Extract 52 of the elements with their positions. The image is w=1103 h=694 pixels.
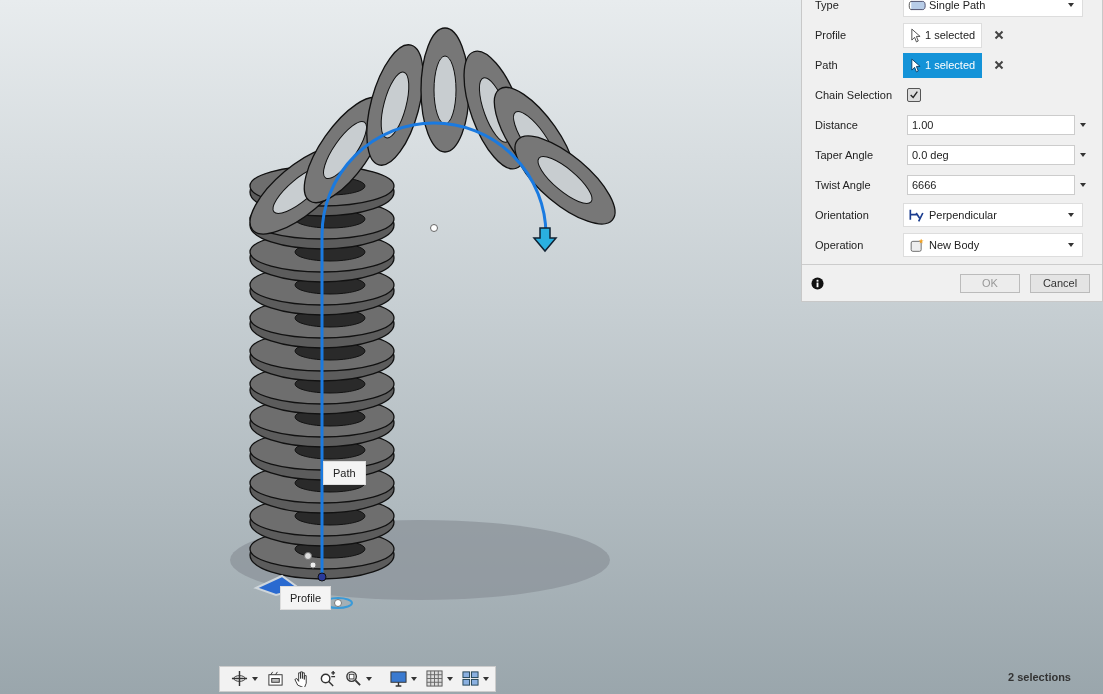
grip-point[interactable] xyxy=(304,552,312,560)
dropdown[interactable]: Perpendicular xyxy=(903,203,1083,227)
caret-icon xyxy=(1068,213,1074,217)
cursor-icon xyxy=(910,27,921,43)
zoom-window-icon[interactable] xyxy=(345,670,362,687)
caret-icon[interactable] xyxy=(447,676,453,681)
dialog-button[interactable]: Cancel xyxy=(1030,273,1090,293)
hand-icon[interactable] xyxy=(293,670,310,687)
caret-icon[interactable] xyxy=(1080,123,1086,127)
grip-point[interactable] xyxy=(309,561,317,569)
field-label: Chain Selection xyxy=(815,89,894,101)
field-label: Taper Angle xyxy=(815,149,875,161)
caret-icon[interactable] xyxy=(1080,153,1086,157)
caret-icon[interactable] xyxy=(483,676,489,681)
cursor-icon xyxy=(910,57,921,73)
arc-center-point xyxy=(430,224,438,232)
viewports-icon[interactable] xyxy=(462,670,479,687)
path-start-point[interactable] xyxy=(317,572,327,582)
checkbox[interactable] xyxy=(907,88,921,102)
dropdown[interactable]: Single Path xyxy=(903,0,1083,17)
look-at-icon[interactable] xyxy=(267,670,284,687)
field-label: Twist Angle xyxy=(815,179,872,191)
field-label: Distance xyxy=(815,119,859,131)
clear-icon[interactable] xyxy=(994,60,1005,70)
field-label: Profile xyxy=(815,29,848,41)
orbit-icon[interactable] xyxy=(231,670,248,687)
monitor-icon[interactable] xyxy=(390,670,407,687)
down-arrow-icon[interactable] xyxy=(532,227,558,253)
selection-button[interactable]: 1 selected xyxy=(903,22,983,48)
selection-count: 2 selections xyxy=(1008,671,1071,683)
caret-icon[interactable] xyxy=(252,676,258,681)
input-field[interactable]: 6666 xyxy=(907,175,1075,195)
caret-icon xyxy=(1068,243,1074,247)
caret-icon[interactable] xyxy=(366,676,372,681)
field-label: Operation xyxy=(815,239,865,251)
caret-icon[interactable] xyxy=(1080,183,1086,187)
axes-icon xyxy=(908,207,926,223)
label-tooltip: Path xyxy=(323,461,366,485)
field-label: Orientation xyxy=(815,209,870,221)
zoom-icon[interactable] xyxy=(319,670,336,687)
info-icon[interactable] xyxy=(811,276,824,290)
grid-icon[interactable] xyxy=(426,670,443,687)
field-label: Path xyxy=(815,59,839,71)
caret-icon[interactable] xyxy=(411,676,417,681)
dropdown[interactable]: New Body xyxy=(903,233,1083,257)
label-tooltip: Profile xyxy=(280,586,332,610)
input-field[interactable]: 0.0 deg xyxy=(907,145,1075,165)
field-label: Type xyxy=(815,0,840,11)
caret-icon xyxy=(1068,3,1074,7)
pipe-icon xyxy=(908,0,926,13)
clear-icon[interactable] xyxy=(994,30,1005,40)
input-field[interactable]: 1.00 xyxy=(907,115,1075,135)
